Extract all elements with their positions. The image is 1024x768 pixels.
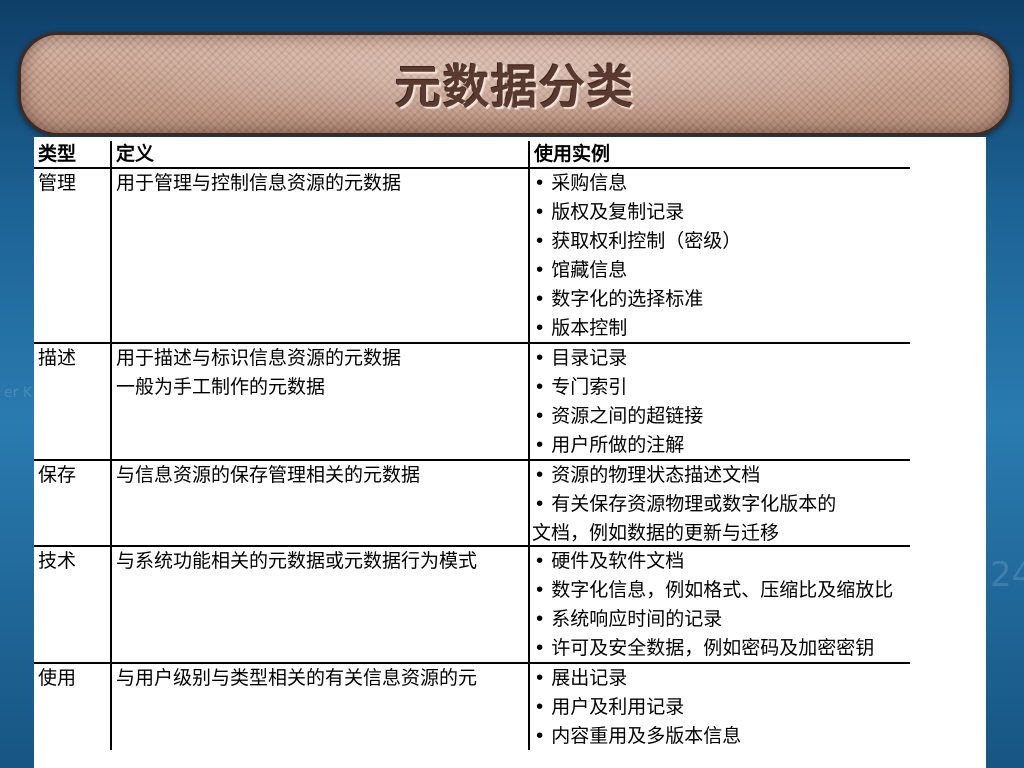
list-item: 用户及利用记录 [534,693,741,722]
list-item: 目录记录 [534,344,703,373]
row-examples: 资源的物理状态描述文档 有关保存资源物理或数字化版本的 文档，例如数据的更新与迁… [532,461,836,548]
table-row: 使用 与用户级别与类型相关的有关信息资源的元 展出记录 用户及利用记录 内容重用… [34,664,910,752]
definition-line: 用于描述与标识信息资源的元数据 [116,347,402,369]
definition-line: 一般为手工制作的元数据 [116,376,326,398]
table-row: 技术 与系统功能相关的元数据或元数据行为模式 硬件及软件文档 数字化信息，例如格… [34,547,910,663]
list-item: 版权及复制记录 [534,198,741,227]
list-item: 有关保存资源物理或数字化版本的 [534,490,836,519]
row-examples: 目录记录 专门索引 资源之间的超链接 用户所做的注解 [534,344,703,460]
row-examples: 展出记录 用户及利用记录 内容重用及多版本信息 [534,664,742,751]
row-definition: 与系统功能相关的元数据或元数据行为模式 [116,550,478,572]
row-type: 描述 [38,347,77,369]
list-item: 版本控制 [534,314,741,343]
table-header-row: 类型 定义 使用实例 [34,141,910,169]
list-item: 展出记录 [534,664,741,693]
list-item: 馆藏信息 [534,256,741,285]
table-row: 描述 用于描述与标识信息资源的元数据 一般为手工制作的元数据 目录记录 专门索引… [34,344,910,460]
background-decoration: er K [4,385,32,401]
list-item: 硬件及软件文档 [534,547,893,576]
row-definition: 与信息资源的保存管理相关的元数据 [116,464,421,486]
row-definition: 用于描述与标识信息资源的元数据 一般为手工制作的元数据 [116,344,401,402]
list-item: 采购信息 [534,169,741,198]
list-item: 许可及安全数据，例如密码及加密密钥 [534,634,893,663]
row-type: 技术 [38,550,77,572]
list-item: 数字化信息，例如格式、压缩比及缩放比 [534,576,893,605]
list-item: 资源之间的超链接 [534,402,703,431]
list-item: 获取权利控制（密级） [534,227,741,256]
row-type: 使用 [38,667,77,689]
header-examples: 使用实例 [534,143,611,165]
table-row: 保存 与信息资源的保存管理相关的元数据 资源的物理状态描述文档 有关保存资源物理… [34,461,910,546]
list-item: 用户所做的注解 [534,431,703,460]
list-item: 数字化的选择标准 [534,285,741,314]
list-item: 内容重用及多版本信息 [534,722,741,751]
title-banner: 元数据分类 [18,32,1012,136]
header-definition: 定义 [116,143,155,165]
list-item-continuation: 文档，例如数据的更新与迁移 [532,522,780,544]
slide-title: 元数据分类 [395,60,635,114]
row-type: 管理 [38,172,77,194]
row-examples: 硬件及软件文档 数字化信息，例如格式、压缩比及缩放比 系统响应时间的记录 许可及… [534,547,894,663]
list-item: 系统响应时间的记录 [534,605,893,634]
list-item: 资源的物理状态描述文档 [534,461,836,490]
row-definition: 与用户级别与类型相关的有关信息资源的元 [116,667,478,689]
row-type: 保存 [38,464,77,486]
list-item: 专门索引 [534,373,703,402]
row-definition: 用于管理与控制信息资源的元数据 [116,172,402,194]
metadata-table: 类型 定义 使用实例 管理 用于管理与控制信息资源的元数据 采购信息 版权及复制… [34,137,986,768]
background-decoration: 24 [990,555,1024,595]
row-examples: 采购信息 版权及复制记录 获取权利控制（密级） 馆藏信息 数字化的选择标准 版本… [534,169,741,343]
header-type: 类型 [38,143,77,165]
table-row: 管理 用于管理与控制信息资源的元数据 采购信息 版权及复制记录 获取权利控制（密… [34,169,910,343]
